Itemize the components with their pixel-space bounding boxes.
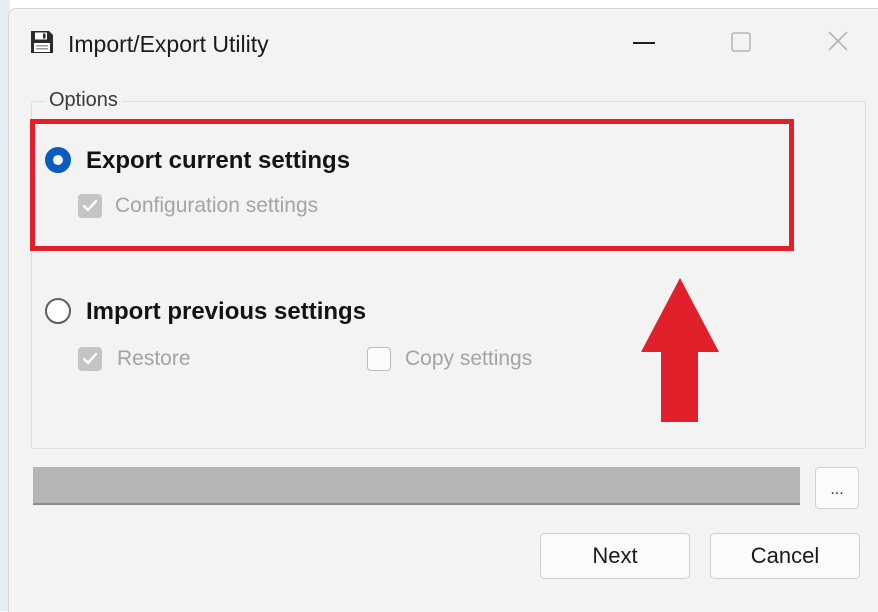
import-radio-label[interactable]: Import previous settings (86, 298, 366, 326)
title-bar[interactable]: Import/Export Utility (9, 9, 878, 75)
close-button[interactable] (815, 25, 861, 59)
maximize-button[interactable] (718, 25, 764, 59)
import-radio[interactable] (45, 298, 71, 324)
floppy-disk-icon (29, 30, 55, 54)
cancel-button[interactable]: Cancel (710, 533, 860, 579)
restore-checkbox[interactable] (78, 347, 102, 371)
minimize-button[interactable] (621, 25, 667, 59)
annotation-up-arrow-icon (641, 278, 719, 422)
next-button[interactable]: Next (540, 533, 690, 579)
annotation-highlight-box (30, 119, 794, 251)
dialog-window: Import/Export Utility Options Export cur… (8, 8, 878, 612)
copy-settings-checkbox[interactable] (367, 347, 391, 371)
browse-button[interactable]: ... (815, 467, 859, 509)
close-icon (828, 31, 848, 51)
minimize-icon (633, 42, 655, 44)
maximize-icon (731, 32, 751, 52)
checkmark-icon (82, 352, 98, 365)
options-group-label: Options (45, 89, 122, 112)
window-title: Import/Export Utility (68, 31, 269, 57)
restore-label: Restore (117, 347, 191, 370)
copy-settings-label: Copy settings (405, 347, 533, 370)
file-path-field[interactable] (33, 467, 800, 505)
